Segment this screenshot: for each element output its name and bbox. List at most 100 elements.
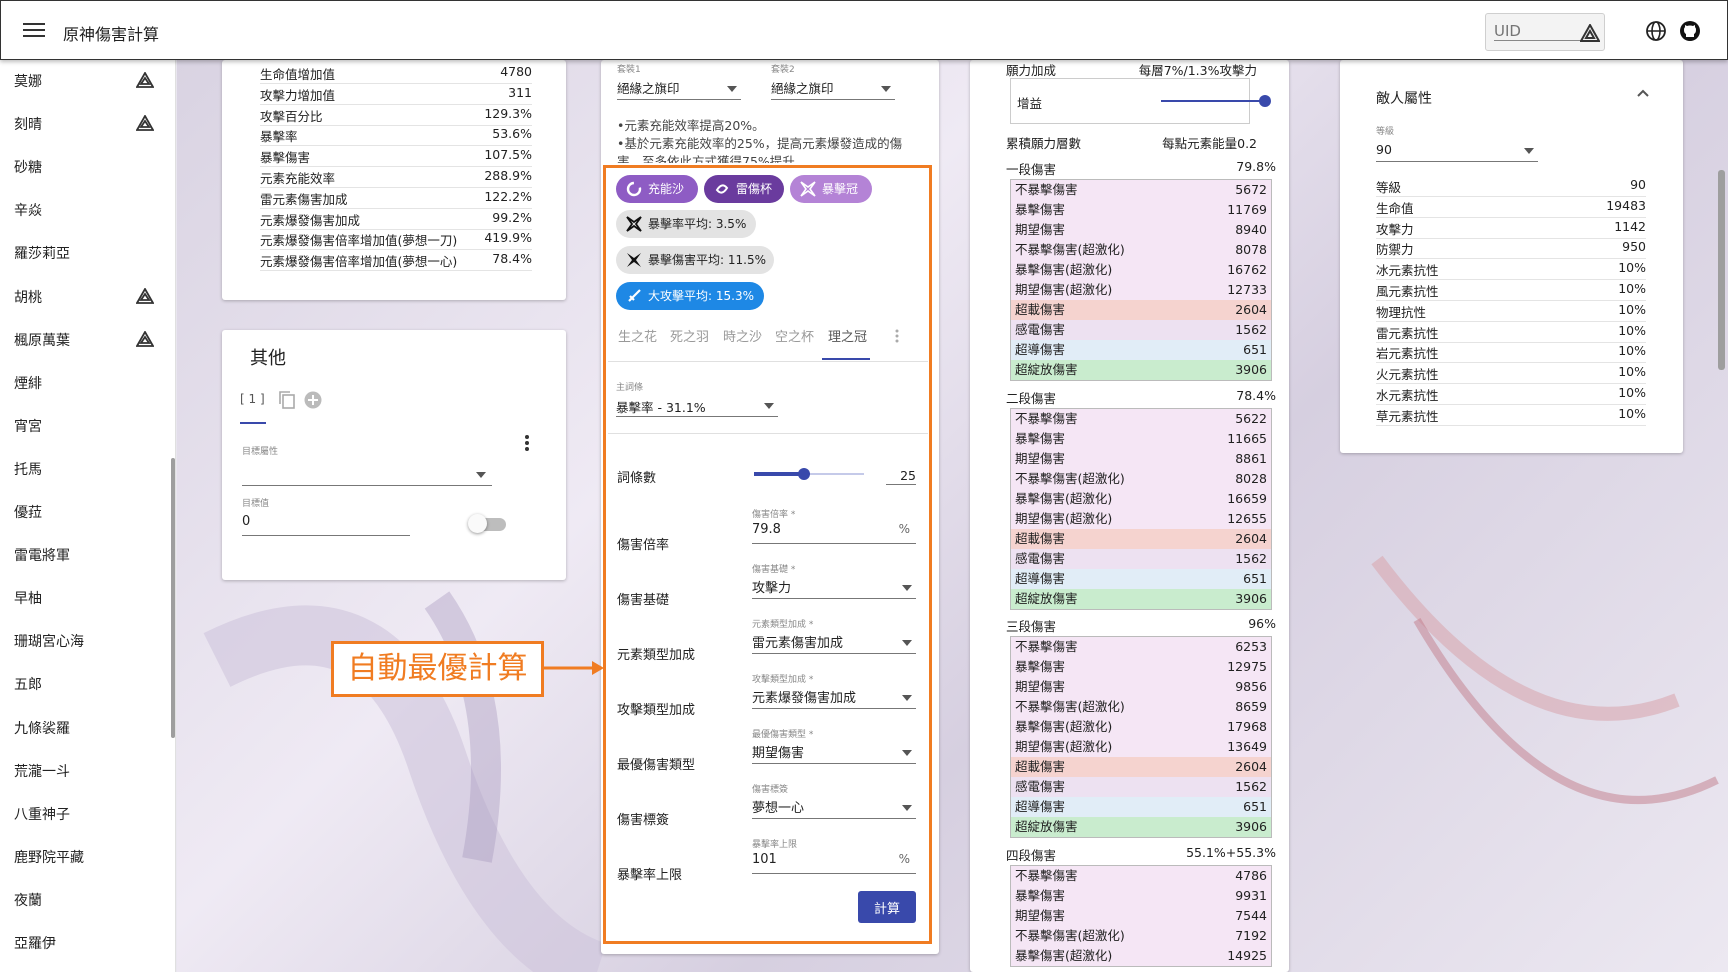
field-select[interactable]: 攻擊力 [752,573,916,599]
damage-group-pct: 96% [1248,616,1276,631]
damage-value: 11769 [1227,202,1267,217]
sidebar-item-4[interactable]: 羅莎莉亞 [14,243,70,263]
enemy-stat-label: 物理抗性 [1376,304,1427,320]
set1-select[interactable]: 絕緣之旗印 [617,74,741,100]
damage-label: 暴擊傷害 [1015,431,1066,446]
enemy-stat-value: 10% [1618,260,1646,276]
sidebar-item-15[interactable]: 九條裟羅 [14,718,70,738]
damage-label: 超載傷害 [1015,531,1066,546]
damage-label: 不暴擊傷害(超激化) [1015,242,1125,257]
enemy-stat-value: 10% [1618,281,1646,296]
damage-row: 暴擊傷害(超激化) 16762 [1011,260,1271,280]
sidebar-item-11[interactable]: 雷電將軍 [14,545,70,565]
chip-atk-avg[interactable]: 大攻擊平均: 15.3% [616,282,764,310]
stat-row: 雷元素傷害加成 122.2% [260,189,532,209]
more-vert-icon[interactable] [524,434,530,452]
chip-crit-dmg-avg[interactable]: 暴擊傷害平均: 11.5% [616,246,774,274]
set-effect-line2: •基於元素充能效率的25%，提高元素爆發造成的傷 [617,136,903,151]
sidebar-item-9[interactable]: 托馬 [14,459,42,479]
sidebar-item-5[interactable]: 胡桃 [14,287,42,307]
sidebar-item-0[interactable]: 莫娜 [14,71,42,91]
sidebar-item-19[interactable]: 夜蘭 [14,890,42,910]
field-suffix: % [898,522,910,536]
tab-plume[interactable]: 死之羽 [670,326,709,345]
damage-label: 暴擊傷害(超激化) [1015,491,1113,506]
target-value-input[interactable]: 0 [242,510,410,536]
calculate-button[interactable]: 計算 [858,891,916,923]
more-vert-icon[interactable] [894,328,900,344]
sidebar-item-17[interactable]: 八重神子 [14,804,70,824]
enka-icon[interactable] [1580,24,1600,42]
chip-crit-rate-avg[interactable]: 暴擊率平均: 3.5% [616,210,756,238]
copy-icon[interactable] [278,390,296,410]
sidebar-item-8[interactable]: 宵宮 [14,416,42,436]
enemy-stat-row: 防禦力 950 [1376,239,1646,260]
tab-flower[interactable]: 生之花 [618,326,657,345]
sidebar-item-10[interactable]: 優菈 [14,502,42,522]
stat-value: 419.9% [484,230,532,246]
damage-value: 16762 [1227,262,1267,277]
target-attr-select[interactable] [242,460,492,486]
sidebar-scrollbar[interactable] [171,458,175,738]
sidebar-item-6[interactable]: 楓原萬葉 [14,330,70,350]
sidebar-item-1[interactable]: 刻晴 [14,114,42,134]
substat-count-input[interactable]: 25 [886,459,916,485]
sidebar-item-16[interactable]: 荒瀧一斗 [14,761,70,781]
damage-value: 651 [1243,571,1267,586]
damage-label: 暴擊傷害 [1015,202,1066,217]
field-input[interactable]: 101% [752,848,916,874]
target-toggle[interactable] [468,514,508,534]
tab-circlet[interactable]: 理之冠 [828,326,867,345]
sidebar-item-14[interactable]: 五郎 [14,674,42,694]
substat-slider[interactable] [754,468,864,480]
damage-row: 暴擊傷害(超激化) 16659 [1011,489,1271,509]
add-icon[interactable] [304,391,322,409]
damage-row: 期望傷害 9856 [1011,677,1271,697]
chevron-down-icon [1524,148,1534,154]
sidebar-item-3[interactable]: 辛焱 [14,200,42,220]
set2-select[interactable]: 絕緣之旗印 [771,74,895,100]
sidebar-item-13[interactable]: 珊瑚宮心海 [14,631,84,651]
sidebar-item-18[interactable]: 鹿野院平藏 [14,847,84,867]
chevron-up-icon[interactable] [1636,88,1650,98]
github-icon[interactable] [1679,20,1701,42]
enemy-stat-label: 草元素抗性 [1376,408,1439,424]
damage-value: 13649 [1227,739,1267,754]
field-select[interactable]: 夢想一心 [752,793,916,819]
damage-group-pct: 78.4% [1236,388,1276,403]
sidebar-item-12[interactable]: 早柚 [14,588,42,608]
enemy-level-select[interactable]: 90 [1376,136,1538,162]
tab-sands[interactable]: 時之沙 [723,326,762,345]
main-stat-select[interactable]: 暴擊率 - 31.1% [616,391,778,417]
language-icon[interactable] [1645,20,1667,42]
field-select[interactable]: 雷元素傷害加成 [752,628,916,654]
sidebar-item-20[interactable]: 亞羅伊 [14,933,56,953]
damage-row: 超載傷害 2604 [1011,300,1271,320]
tab-goblet[interactable]: 空之杯 [775,326,814,345]
field-input[interactable]: 79.8% [752,518,916,544]
menu-icon[interactable] [21,19,47,43]
enemy-level-value: 90 [1376,142,1392,157]
field-select[interactable]: 期望傷害 [752,738,916,764]
sidebar-item-7[interactable]: 煙緋 [14,373,42,393]
field-select[interactable]: 元素爆發傷害加成 [752,683,916,709]
character-sidebar: 莫娜刻晴砂糖辛焱羅莎莉亞胡桃楓原萬葉煙緋宵宮托馬優菈雷電將軍早柚珊瑚宮心海五郎九… [0,60,176,972]
chevron-down-icon [476,472,486,478]
damage-label: 不暴擊傷害(超激化) [1015,928,1125,943]
field-value: 元素爆發傷害加成 [752,691,857,706]
page-scrollbar[interactable] [1718,170,1725,370]
gain-slider[interactable] [1161,95,1271,110]
chip-energy-sands[interactable]: 充能沙 [616,175,698,203]
chip-electro-goblet[interactable]: 雷傷杯 [704,175,784,203]
enemy-stat-label: 風元素抗性 [1376,284,1439,299]
damage-value: 2604 [1235,531,1267,546]
enemy-stat-value: 10% [1618,343,1646,359]
other-tab[interactable]: [ 1 ] [240,392,265,406]
sidebar-item-2[interactable]: 砂糖 [14,157,42,177]
uid-field[interactable] [1485,13,1605,51]
arrow-right-icon [544,661,604,675]
chip-label: 暴擊冠 [822,182,859,196]
chip-crit-circlet[interactable]: 暴擊冠 [790,175,872,203]
uid-input[interactable] [1494,22,1586,41]
damage-value: 3906 [1235,362,1267,377]
